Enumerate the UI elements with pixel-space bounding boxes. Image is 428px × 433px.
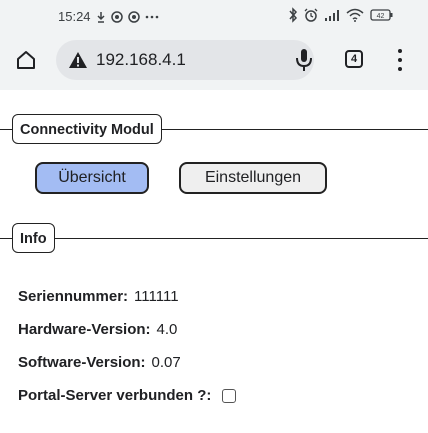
circle-notification-icon-2 (127, 10, 140, 23)
settings-button[interactable]: Einstellungen (179, 162, 327, 194)
hardware-label: Hardware-Version: (18, 321, 151, 338)
svg-text:42: 42 (377, 13, 385, 20)
bluetooth-icon (288, 7, 298, 23)
home-button[interactable] (12, 46, 40, 74)
software-label: Software-Version: (18, 354, 146, 371)
info-row-hardware: Hardware-Version: 4.0 (18, 321, 177, 338)
overview-button[interactable]: Übersicht (35, 162, 149, 194)
status-bar: 15:24 42 (0, 0, 428, 32)
serial-label: Seriennummer: (18, 288, 129, 305)
portal-label: Portal-Server verbunden ?: (18, 387, 212, 404)
voice-search-button[interactable] (292, 47, 316, 73)
status-right: 42 (288, 7, 394, 23)
tab-switcher-button[interactable]: 4 (345, 50, 363, 68)
portal-connected-checkbox[interactable] (222, 388, 237, 403)
tab-count: 4 (350, 53, 358, 65)
info-row-portal: Portal-Server verbunden ?: (18, 387, 237, 404)
more-notifications-icon (145, 15, 159, 19)
hardware-value: 4.0 (156, 321, 178, 338)
info-row-software: Software-Version: 0.07 (18, 354, 181, 371)
address-bar[interactable]: 192.168.4.1 (56, 40, 314, 80)
info-row-serial: Seriennummer: 111111 (18, 288, 179, 305)
clock: 15:24 (58, 9, 91, 24)
wifi-icon (346, 8, 364, 22)
menu-dot (398, 67, 402, 71)
browser-toolbar: 192.168.4.1 4 (0, 37, 428, 85)
page-content: Connectivity Modul Übersicht Einstellung… (0, 90, 428, 433)
menu-dot (398, 49, 402, 53)
info-legend: Info (12, 223, 55, 253)
home-icon (17, 51, 35, 69)
url-text[interactable]: 192.168.4.1 (96, 50, 186, 70)
info-fieldset-border (0, 238, 428, 239)
signal-icon (324, 9, 340, 21)
module-legend: Connectivity Modul (12, 114, 162, 144)
battery-icon: 42 (370, 9, 394, 21)
alarm-icon (304, 8, 318, 22)
overflow-menu-button[interactable] (396, 49, 404, 71)
cast-icon (96, 11, 106, 23)
menu-dot (398, 58, 402, 62)
software-value: 0.07 (151, 354, 181, 371)
status-left: 15:24 (58, 9, 159, 24)
circle-notification-icon (110, 10, 123, 23)
serial-value: 111111 (134, 288, 179, 305)
microphone-icon (296, 49, 312, 71)
warning-icon[interactable] (68, 50, 88, 70)
